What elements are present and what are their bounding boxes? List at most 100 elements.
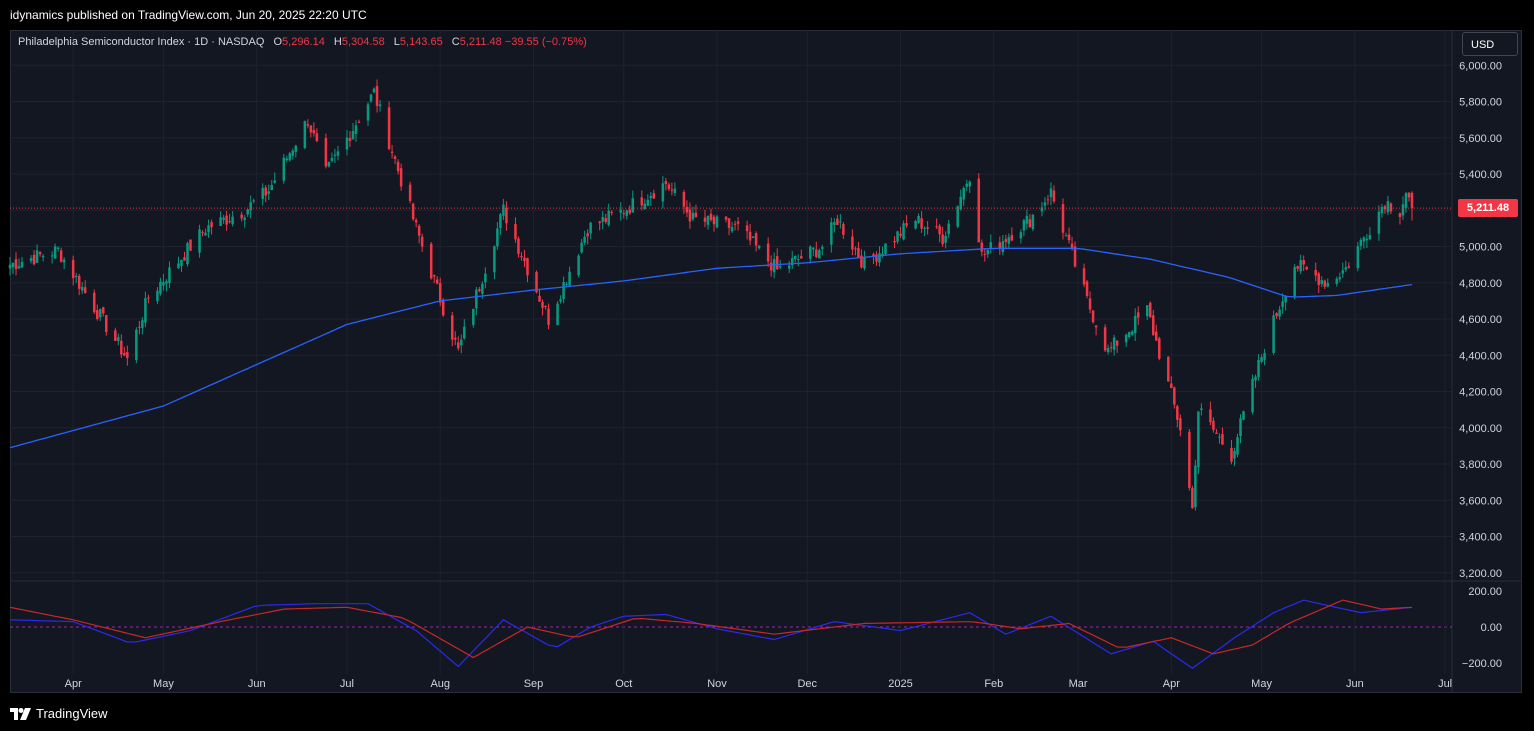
oscillator-slow-line xyxy=(9,599,1413,659)
candle-body xyxy=(1004,239,1008,242)
candle-body xyxy=(1025,215,1029,224)
candle-body xyxy=(472,308,475,325)
candle-body xyxy=(312,129,316,134)
candle-body xyxy=(38,252,42,255)
candle-body xyxy=(1136,312,1140,318)
candle-body xyxy=(1410,192,1414,209)
candle-body xyxy=(240,214,243,219)
candle-body xyxy=(8,264,12,269)
time-tick-label: Sep xyxy=(524,678,544,690)
candle-body xyxy=(625,210,629,216)
candle-body xyxy=(1272,315,1275,353)
candle-body xyxy=(1145,305,1149,317)
candle-body xyxy=(1106,347,1110,353)
time-tick-label: May xyxy=(153,678,174,690)
candle-body xyxy=(577,255,580,276)
candle-body xyxy=(1341,270,1345,274)
candle-body xyxy=(715,216,719,228)
time-tick-label: Jul xyxy=(1438,678,1452,690)
candle-body xyxy=(177,263,180,269)
candle-body xyxy=(441,299,445,316)
candle-body xyxy=(1022,220,1026,231)
candle-body xyxy=(210,222,213,228)
candle-body xyxy=(457,342,460,349)
candle-body xyxy=(32,254,36,265)
candle-body xyxy=(1236,437,1239,455)
price-tick-label: 4,000.00 xyxy=(1459,423,1502,435)
moving-average-line xyxy=(9,247,1413,449)
candle-body xyxy=(198,229,201,253)
candle-body xyxy=(514,223,517,240)
price-tick-label: 5,800.00 xyxy=(1459,97,1502,109)
candle-body xyxy=(772,259,776,273)
candle-body xyxy=(926,227,929,229)
candle-body xyxy=(252,200,255,202)
candle-body xyxy=(1293,267,1296,297)
candle-body xyxy=(998,242,1002,249)
candle-body xyxy=(481,283,484,294)
candle-body xyxy=(285,158,289,161)
candle-body xyxy=(189,239,192,251)
candle-body xyxy=(1197,411,1200,468)
candle-body xyxy=(769,262,773,271)
candle-body xyxy=(905,223,908,226)
candle-body xyxy=(294,145,298,152)
candle-body xyxy=(1347,266,1351,268)
candle-body xyxy=(1404,193,1408,208)
candle-body xyxy=(1362,237,1366,242)
symbol-name[interactable]: Philadelphia Semiconductor Index · 1D · … xyxy=(18,36,264,48)
candle-body xyxy=(796,259,800,261)
chart-canvas[interactable]: 6,000.005,800.005,600.005,400.005,200.00… xyxy=(0,0,1534,731)
candle-body xyxy=(315,133,319,141)
candle-body xyxy=(1314,269,1317,276)
candle-body xyxy=(324,137,328,167)
currency-button[interactable]: USD xyxy=(1462,32,1518,56)
candle-body xyxy=(935,226,938,228)
candle-body xyxy=(833,222,836,226)
candle-body xyxy=(1179,418,1182,431)
candle-body xyxy=(559,299,562,302)
candle-body xyxy=(706,215,710,225)
candle-body xyxy=(366,104,370,121)
candle-body xyxy=(354,125,358,134)
candle-body xyxy=(1338,277,1342,280)
candle-body xyxy=(854,248,857,250)
time-tick-label: May xyxy=(1251,678,1272,690)
tradingview-brand[interactable]: TradingView xyxy=(10,704,108,724)
candle-body xyxy=(556,303,559,326)
candle-body xyxy=(451,315,454,340)
candle-body xyxy=(267,191,270,194)
candle-body xyxy=(59,250,63,262)
candle-body xyxy=(273,180,277,183)
candle-body xyxy=(92,292,96,313)
price-tick-label: 5,400.00 xyxy=(1459,169,1502,181)
candle-body xyxy=(830,222,833,245)
candle-body xyxy=(502,204,505,216)
candle-body xyxy=(80,286,84,291)
time-tick-label: Jul xyxy=(340,678,354,690)
candle-body xyxy=(815,249,818,257)
candle-body xyxy=(159,281,162,294)
time-tick-label: Dec xyxy=(797,678,817,690)
candle-body xyxy=(393,156,397,160)
candle-body xyxy=(947,223,950,234)
candle-body xyxy=(1001,241,1005,252)
high-value: 5,304.58 xyxy=(341,36,385,48)
candle-body xyxy=(1130,331,1134,335)
candle-body xyxy=(71,259,75,279)
candle-body xyxy=(1191,488,1194,509)
price-tick-label: 3,400.00 xyxy=(1459,532,1502,544)
candle-body xyxy=(291,150,295,156)
candle-body xyxy=(1368,235,1372,240)
candle-body xyxy=(1239,418,1242,437)
candle-body xyxy=(369,94,373,102)
candle-body xyxy=(601,216,604,222)
candle-body xyxy=(399,168,403,187)
candle-body xyxy=(520,256,523,258)
candle-body xyxy=(99,309,102,318)
candle-body xyxy=(1257,360,1260,378)
candle-body xyxy=(724,216,728,220)
time-tick-label: 2025 xyxy=(888,678,912,690)
candle-body xyxy=(168,267,171,284)
candle-body xyxy=(288,153,292,161)
